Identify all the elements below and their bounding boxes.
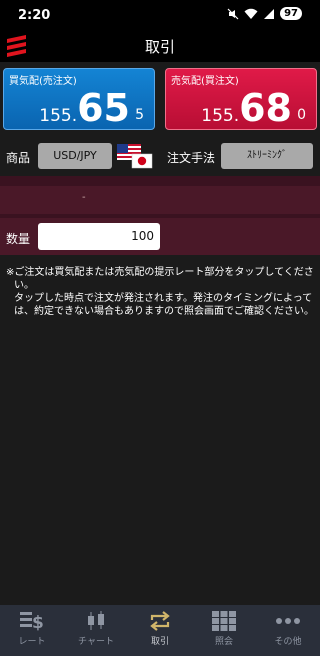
- ask-price-button[interactable]: 売気配(買注文) 155. 68 0: [165, 68, 317, 130]
- mute-icon: [227, 8, 239, 19]
- battery-badge: 97: [280, 7, 302, 20]
- nav-rate-label: レート: [18, 637, 46, 647]
- status-icons: 97: [227, 7, 302, 20]
- info-stripe-top: [0, 176, 320, 186]
- info-row: -: [0, 186, 320, 214]
- signal-icon: [264, 8, 275, 19]
- nav-trade-label: 取引: [150, 637, 169, 647]
- bid-price-button[interactable]: 買気配(売注文) 155. 65 5: [3, 68, 155, 130]
- bottom-nav: $ レート チャート 取引 照会 その他: [0, 605, 320, 656]
- app-header: 取引: [0, 30, 320, 62]
- wifi-icon: [244, 8, 258, 19]
- notice-line-2: タップした時点で注文が発注されます。発注のタイミングによっては、約定できない場合…: [14, 293, 314, 317]
- bid-price: 155. 65 5: [39, 86, 144, 130]
- order-method-label: 注文手法: [167, 151, 216, 165]
- us-jp-flag-icon: [117, 144, 153, 169]
- trade-icon: [150, 611, 170, 631]
- nav-inquiry-label: 照会: [214, 637, 233, 647]
- info-value: -: [82, 192, 86, 203]
- ask-price-prefix: 155.: [201, 106, 240, 126]
- ask-label: 売気配(買注文): [171, 76, 239, 87]
- page-title: 取引: [144, 38, 175, 56]
- more-icon: [276, 618, 300, 624]
- nav-inquiry[interactable]: 照会: [192, 605, 256, 656]
- quantity-label: 数量: [6, 232, 31, 246]
- nav-more-label: その他: [274, 637, 302, 647]
- nav-rate[interactable]: $ レート: [0, 605, 64, 656]
- notice-line-1: ※ご注文は買気配または売気配の提示レート部分をタップしてください。: [6, 267, 314, 291]
- bid-price-prefix: 155.: [39, 106, 78, 126]
- nav-more[interactable]: その他: [256, 605, 320, 656]
- rate-icon: $: [20, 612, 44, 632]
- status-bar: 2:20 97: [0, 0, 320, 30]
- currency-pair-select[interactable]: USD/JPY: [38, 143, 112, 169]
- nav-trade[interactable]: 取引: [128, 605, 192, 656]
- order-notice: ※ご注文は買気配または売気配の提示レート部分をタップしてください。 タップした時…: [6, 266, 316, 318]
- nav-chart-label: チャート: [78, 637, 114, 647]
- bid-label: 買気配(売注文): [9, 76, 77, 87]
- ask-price: 155. 68 0: [201, 86, 306, 130]
- ask-price-big: 68: [239, 86, 292, 130]
- product-label: 商品: [6, 151, 31, 165]
- quantity-input[interactable]: 100: [38, 223, 160, 250]
- svg-text:$: $: [32, 613, 44, 632]
- nav-chart[interactable]: チャート: [64, 605, 128, 656]
- bid-price-tail: 5: [135, 107, 144, 123]
- grid-icon: [212, 611, 236, 631]
- order-method-select[interactable]: ｽﾄﾘｰﾐﾝｸﾞ: [221, 143, 313, 169]
- chart-icon: [88, 611, 104, 630]
- status-time: 2:20: [18, 8, 51, 23]
- bid-price-big: 65: [77, 86, 130, 130]
- ask-price-tail: 0: [297, 107, 306, 123]
